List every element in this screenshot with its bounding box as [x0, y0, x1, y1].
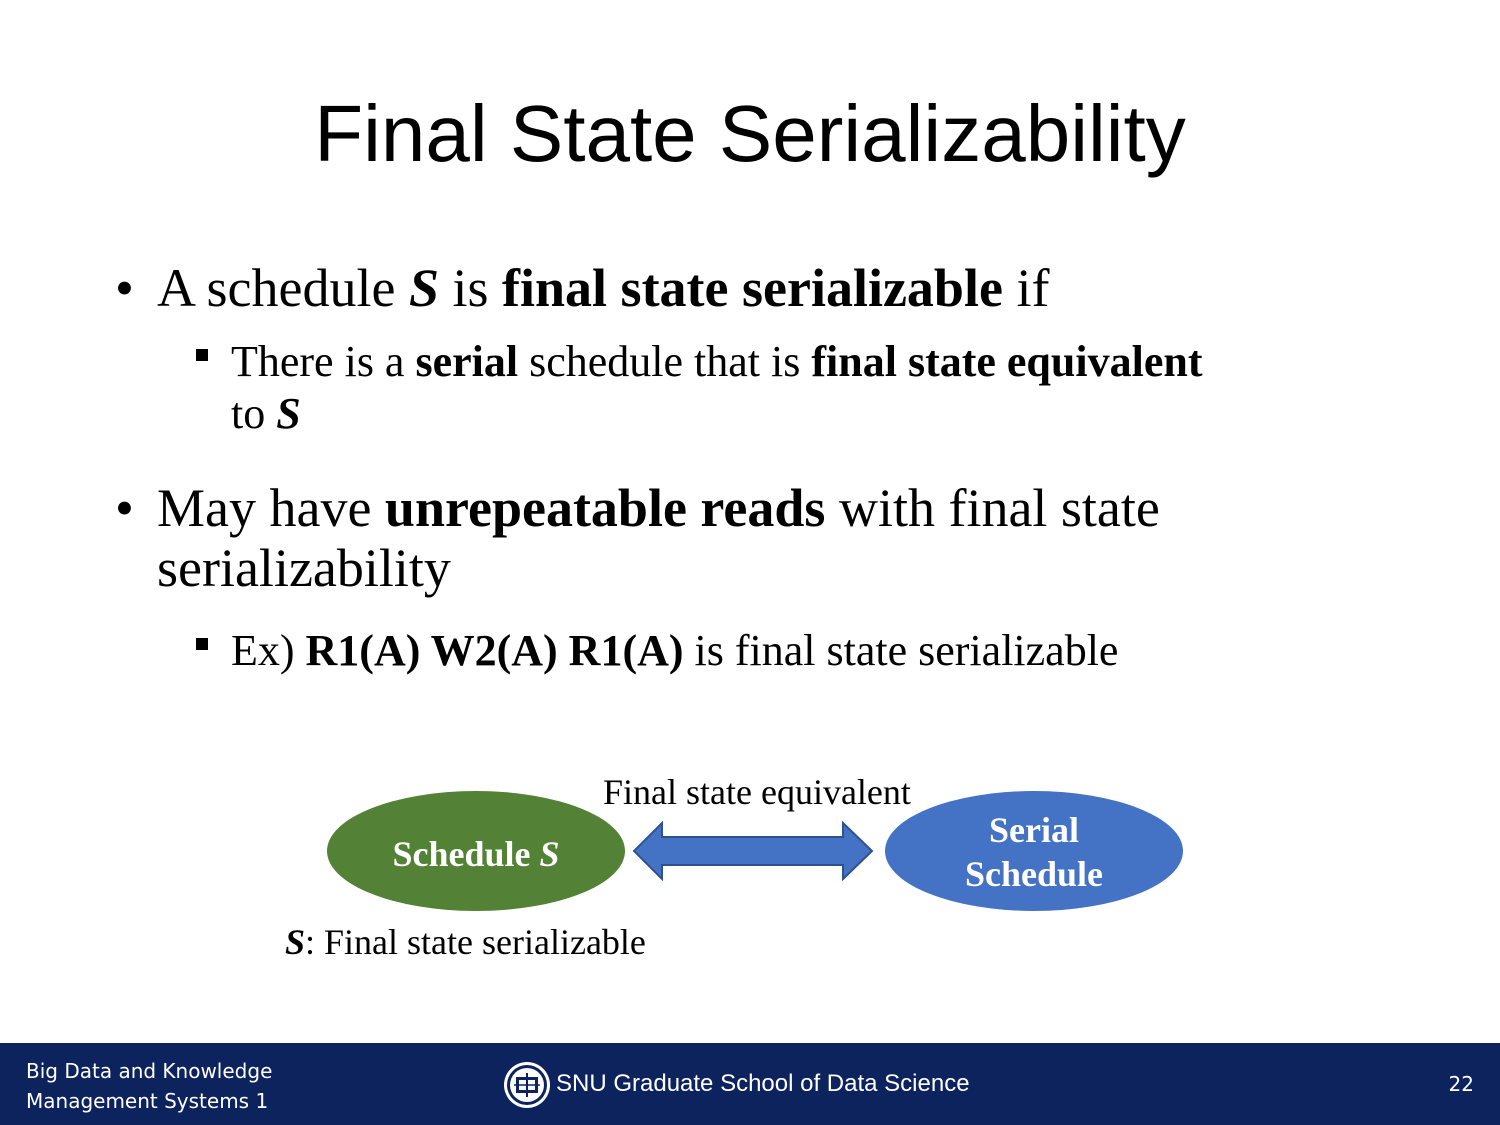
course-name: Big Data and Knowledge Management System… [26, 1059, 273, 1113]
school-name: SNU Graduate School of Data Science [556, 1070, 970, 1097]
snu-emblem-icon [504, 1062, 550, 1108]
serial-schedule-label: Serial Schedule [964, 810, 1104, 894]
double-arrow-icon [632, 820, 874, 882]
diagram-caption: S: Final state serializable [285, 922, 646, 962]
schedule-s-label: Schedule S [392, 834, 560, 874]
equivalence-diagram [327, 791, 1183, 911]
slide-footer: Big Data and Knowledge Management System… [0, 1043, 1500, 1125]
schedule-variable: S [285, 922, 306, 962]
page-number: 22 [1448, 1072, 1474, 1096]
schedule-variable: S [539, 834, 560, 874]
edge-label: Final state equivalent [603, 772, 911, 812]
